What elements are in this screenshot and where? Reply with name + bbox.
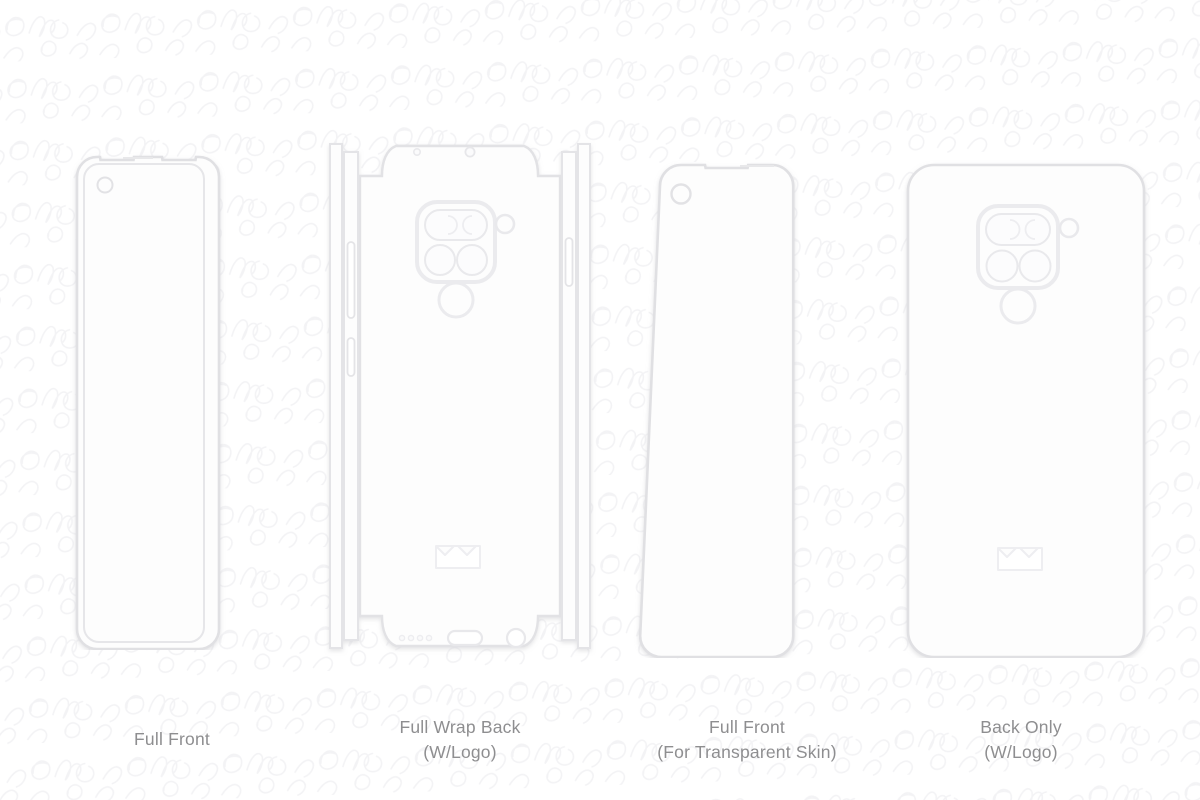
speaker-hole-icon [416,634,424,642]
caption-line: Full Front [134,729,210,749]
speaker-hole-icon [398,634,406,642]
headphone-jack-cutout [505,627,527,649]
caption-line: Full Front [709,717,785,737]
back-only-artwork [906,163,1146,658]
wrap-left-edge-strip [329,143,343,649]
caption-full-front-transparent: Full Front (For Transparent Skin) [612,715,882,765]
camera-flash-icon [1058,217,1080,239]
caption-full-front: Full Front [22,727,322,752]
camera-lens-3-icon [985,249,1019,283]
volume-rocker-cutout [346,241,356,319]
skin-template-sheet: Full Front Full Wrap Back (W/Logo) Full … [0,0,1200,800]
fingerprint-sensor-cutout [999,287,1037,325]
punch-hole-camera-icon [96,176,114,194]
caption-line: Full Wrap Back [399,717,521,737]
speaker-hole-icon [407,634,415,642]
caption-back-only: Back Only (W/Logo) [886,715,1156,765]
camera-lens-3-icon [424,244,456,276]
fingerprint-sensor-cutout [437,281,475,319]
caption-full-wrap-back: Full Wrap Back (W/Logo) [320,715,600,765]
usb-c-port-cutout [446,629,484,647]
template-full-front-transparent[interactable] [620,158,890,658]
full-front-artwork [75,155,221,650]
camera-lens-4-icon [1018,249,1052,283]
full-front-transparent-artwork [638,163,795,658]
power-button-cutout [346,337,356,377]
caption-line: (For Transparent Skin) [657,742,837,762]
front-transparent-outer-shell [638,163,795,658]
camera-lens-4-icon [456,244,488,276]
top-mic-hole-icon [413,147,422,156]
punch-hole-camera-icon [670,183,692,205]
camera-top-lens-pair [985,213,1051,246]
camera-flash-icon [494,213,516,235]
template-full-wrap-back[interactable] [320,126,600,666]
template-full-front[interactable] [20,150,320,650]
front-outer-shell [75,155,221,650]
caption-line: (W/Logo) [423,742,497,762]
camera-top-lens-pair [424,209,488,241]
sim-tray-cutout [564,237,574,287]
caption-line: (W/Logo) [984,742,1058,762]
speaker-hole-icon [425,634,433,642]
wrap-right-side-flap [561,151,577,641]
top-sensor-hole-icon [464,146,476,158]
wrap-left-side-flap [343,151,359,641]
caption-line: Back Only [980,717,1062,737]
wrap-right-edge-strip [577,143,591,649]
template-back-only[interactable] [890,158,1160,658]
wrap-top-flap [380,144,540,177]
full-wrap-back-artwork [329,143,591,649]
